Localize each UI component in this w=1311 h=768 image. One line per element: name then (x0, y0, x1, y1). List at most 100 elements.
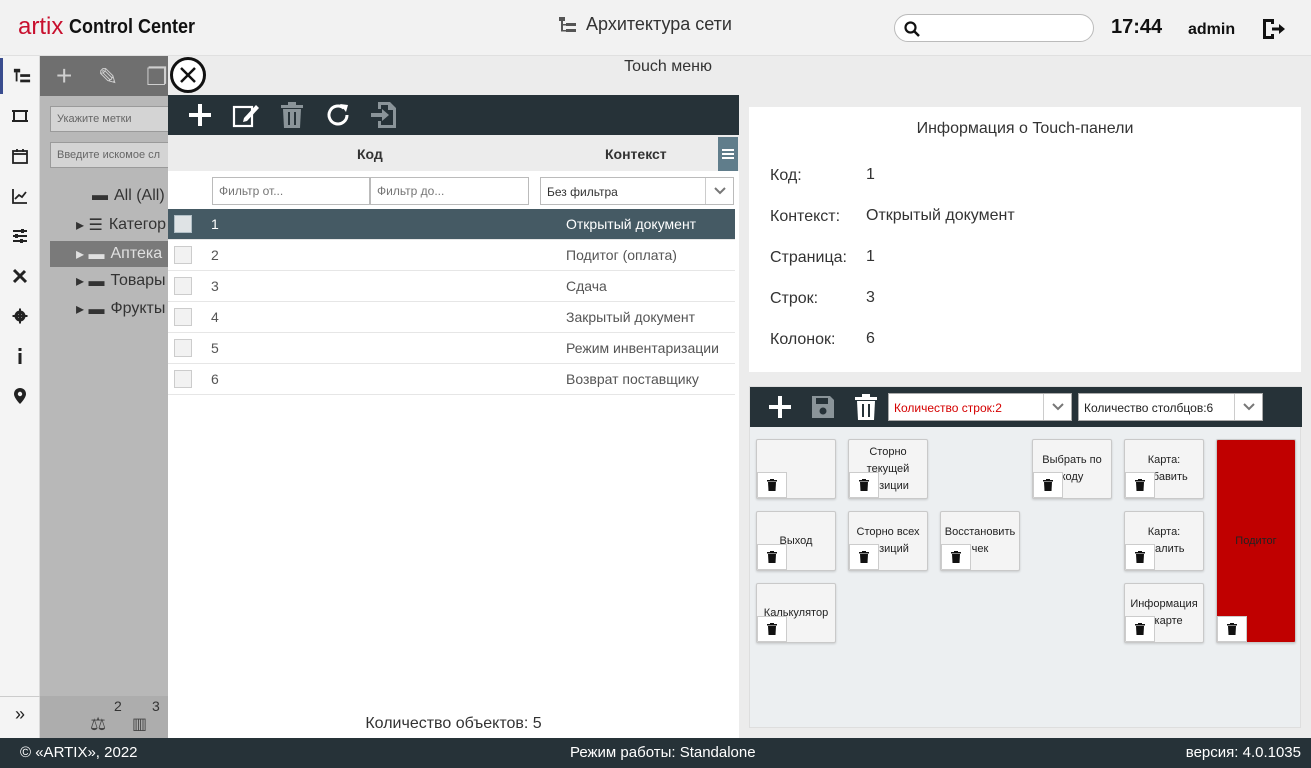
rail-chart[interactable] (0, 178, 40, 214)
sliders-icon (13, 229, 27, 243)
rail-gear[interactable] (0, 298, 40, 334)
logo-product: Control Center (69, 15, 196, 38)
chevron-down-icon (1043, 394, 1071, 420)
table-row[interactable]: 5 Режим инвентаризации (168, 333, 735, 364)
app-header: artix Control Center Архитектура сети 17… (0, 0, 1311, 56)
tile-delete-button[interactable] (849, 472, 879, 498)
tree-item-category: ▸ ☰ Категор (76, 216, 167, 234)
search-box[interactable] (894, 14, 1094, 42)
row-checkbox[interactable] (174, 277, 192, 295)
tree-icon (13, 68, 30, 83)
tile-delete-button[interactable] (757, 616, 787, 642)
rail-calendar[interactable] (0, 138, 40, 174)
tile-delete-button[interactable] (849, 544, 879, 570)
rail-expand-button[interactable]: » (0, 696, 40, 732)
gear-icon (12, 308, 28, 324)
refresh-button[interactable] (324, 101, 352, 129)
user-name[interactable]: admin (1188, 21, 1235, 39)
touch-button-tile[interactable]: Сторно текущей позиции (848, 439, 928, 499)
filter-from-input[interactable] (212, 177, 370, 205)
touch-grid-panel: Количество строк:2 Количество столбцов:6… (749, 386, 1302, 728)
row-checkbox[interactable] (174, 370, 192, 388)
touch-button-tile[interactable]: Выбрать по коду (1032, 439, 1112, 499)
plus-icon (769, 396, 791, 418)
tree-item-all: ▬ All (All) (92, 187, 165, 204)
touch-button-tile[interactable]: Сторно всех позиций (848, 511, 928, 571)
context-filter-select[interactable]: Без фильтра (540, 177, 734, 205)
touch-button-tile[interactable]: Калькулятор (756, 583, 836, 643)
info-context-label: Контекст: (770, 208, 841, 225)
touch-button-tile[interactable]: Карта: удалить (1124, 511, 1204, 571)
touch-button-tile[interactable]: Выход (756, 511, 836, 571)
barcode-icon: ▥ (132, 716, 148, 733)
touch-button-tile[interactable]: Восстановить чек (940, 511, 1020, 571)
edit-button[interactable] (232, 101, 260, 129)
table-body: 1 Открытый документ 2 Подитог (оплата) 3 Сд… (168, 209, 739, 395)
info-page-value: 1 (866, 248, 875, 265)
rows-count-select[interactable]: Количество строк:2 (888, 393, 1072, 421)
rail-frame[interactable] (0, 98, 40, 134)
tile-delete-button[interactable] (1217, 616, 1247, 642)
row-checkbox[interactable] (174, 246, 192, 264)
touch-menu-modal: Touch меню Код Контекст Фильтр от... Фил… (168, 56, 1311, 738)
row-checkbox[interactable] (174, 215, 192, 233)
grid-delete-button[interactable] (852, 393, 880, 421)
tile-delete-button[interactable] (1125, 616, 1155, 642)
logout-icon (1263, 19, 1285, 39)
background-toolbar: + ✎ ❐ (40, 56, 168, 96)
info-rows-value: 3 (866, 289, 875, 306)
rail-map-pin[interactable] (0, 378, 40, 414)
row-checkbox[interactable] (174, 339, 192, 357)
subtotal-tile[interactable]: Подитог (1216, 439, 1296, 643)
trash-icon (1135, 551, 1145, 563)
work-mode: Режим работы: Standalone (570, 744, 756, 761)
tile-delete-button[interactable] (757, 544, 787, 570)
table-row[interactable]: 2 Подитог (оплата) (168, 240, 735, 271)
table-header: Код Контекст (168, 135, 739, 171)
store-icon: ▬ (92, 187, 108, 204)
trash-icon (1135, 623, 1145, 635)
table-row[interactable]: 3 Сдача (168, 271, 735, 302)
search-input[interactable] (925, 18, 1085, 38)
touch-button-tile[interactable] (756, 439, 836, 499)
copy-icon: ❐ (146, 64, 168, 91)
rail-settings-sliders[interactable] (0, 218, 40, 254)
trash-icon (1135, 479, 1145, 491)
tile-delete-button[interactable] (1125, 472, 1155, 498)
add-button[interactable] (186, 101, 214, 129)
cols-count-select[interactable]: Количество столбцов:6 (1078, 393, 1263, 421)
edit-icon (232, 105, 259, 128)
info-context-value: Открытый документ (866, 207, 1015, 224)
grid-save-button[interactable] (809, 393, 837, 421)
tile-delete-button[interactable] (1125, 544, 1155, 570)
trash-icon (855, 394, 877, 420)
table-row[interactable]: 1 Открытый документ (168, 209, 735, 240)
grid-add-button[interactable] (766, 393, 794, 421)
tile-delete-button[interactable] (1033, 472, 1063, 498)
calendar-icon (12, 149, 28, 164)
table-row[interactable]: 4 Закрытый документ (168, 302, 735, 333)
rail-tools[interactable] (0, 258, 40, 294)
table-row[interactable]: 6 Возврат поставщику (168, 364, 735, 395)
tile-delete-button[interactable] (757, 472, 787, 498)
objects-count: Количество объектов: 5 (365, 715, 542, 732)
filter-to-input[interactable] (370, 177, 529, 205)
logout-button[interactable] (1260, 16, 1286, 47)
touch-button-tile[interactable]: Информация о карте (1124, 583, 1204, 643)
rail-architecture[interactable] (0, 58, 40, 94)
delete-button[interactable] (278, 101, 306, 129)
column-menu-button[interactable] (718, 137, 738, 171)
column-context[interactable]: Контекст (605, 146, 667, 162)
touch-button-tile[interactable]: Карта: добавить (1124, 439, 1204, 499)
trash-icon (767, 479, 777, 491)
close-button[interactable] (170, 57, 206, 93)
row-checkbox[interactable] (174, 308, 192, 326)
modal-title: Touch меню (624, 58, 712, 75)
trash-icon (767, 623, 777, 635)
rail-info[interactable] (0, 338, 40, 374)
column-code[interactable]: Код (357, 146, 383, 162)
logo: artix Control Center (18, 10, 209, 44)
import-button[interactable] (370, 101, 398, 129)
info-code-value: 1 (866, 166, 875, 183)
tile-delete-button[interactable] (941, 544, 971, 570)
